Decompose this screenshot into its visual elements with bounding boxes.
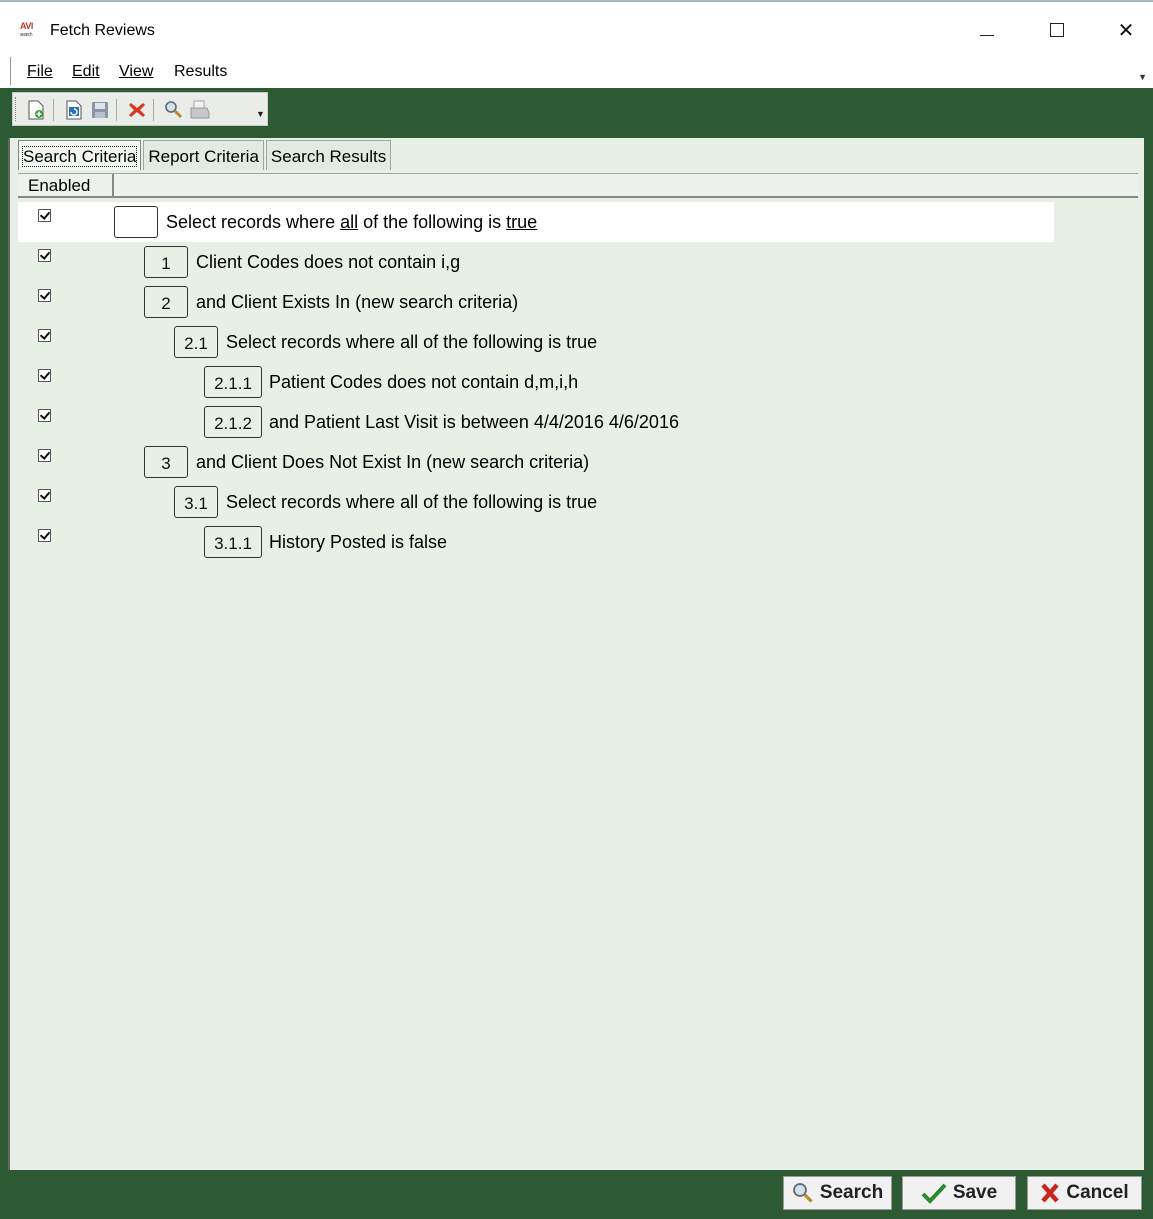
criteria-number[interactable]: 1 (144, 246, 188, 278)
window-title: Fetch Reviews (50, 22, 155, 39)
search-icon[interactable] (163, 99, 185, 121)
maximize-icon (1050, 23, 1064, 37)
enabled-checkbox[interactable] (38, 209, 51, 222)
enabled-checkbox[interactable] (38, 409, 51, 422)
criteria-text[interactable]: and Client Does Not Exist In (new search… (196, 452, 589, 473)
menu-view[interactable]: View (119, 63, 153, 81)
save-icon[interactable] (89, 99, 111, 121)
menu-results[interactable]: Results (174, 63, 227, 81)
criteria-row[interactable]: 3.1 Select records where all of the foll… (18, 482, 1138, 522)
print-icon[interactable] (189, 99, 211, 121)
menu-overflow-icon[interactable]: ▼ (1138, 72, 1147, 82)
criteria-text[interactable]: and Client Exists In (new search criteri… (196, 292, 518, 313)
criteria-number[interactable]: 3.1 (174, 486, 218, 518)
menu-bar: File Edit View Results ▼ (0, 54, 1153, 88)
criteria-number[interactable] (114, 206, 158, 238)
toolbar-separator (116, 99, 117, 121)
tab-search-results[interactable]: Search Results (265, 140, 392, 170)
enabled-checkbox[interactable] (38, 369, 51, 382)
criteria-number[interactable]: 2.1.2 (204, 406, 262, 438)
menu-file[interactable]: File (27, 63, 53, 81)
tab-search-criteria[interactable]: Search Criteria (18, 140, 142, 170)
app-logo: AVI search (20, 21, 33, 39)
criteria-text[interactable]: and Patient Last Visit is between 4/4/20… (269, 412, 679, 433)
criteria-row[interactable]: 2.1.1 Patient Codes does not contain d,m… (18, 362, 1138, 402)
match-true-link[interactable]: true (506, 212, 537, 232)
enabled-checkbox[interactable] (38, 249, 51, 262)
refresh-icon[interactable] (63, 99, 85, 121)
criteria-row[interactable]: 2.1 Select records where all of the foll… (18, 322, 1138, 362)
criteria-text[interactable]: History Posted is false (269, 532, 447, 553)
toolbar-separator (153, 99, 154, 121)
minimize-button[interactable] (964, 10, 1010, 50)
grid-header: Enabled (18, 174, 1138, 198)
enabled-checkbox[interactable] (38, 529, 51, 542)
content-panel: Search Criteria Report Criteria Search R… (8, 138, 1144, 1170)
column-header-enabled[interactable]: Enabled (18, 174, 114, 196)
criteria-row[interactable]: Select records where all of the followin… (18, 202, 1138, 242)
search-icon (792, 1182, 814, 1204)
criteria-row[interactable]: 3 and Client Does Not Exist In (new sear… (18, 442, 1138, 482)
toolbar: ▼ (0, 88, 1153, 130)
criteria-number[interactable]: 3 (144, 446, 188, 478)
cancel-button[interactable]: Cancel (1027, 1176, 1142, 1210)
menu-edit[interactable]: Edit (72, 63, 100, 81)
match-all-link[interactable]: all (340, 212, 358, 232)
maximize-button[interactable] (1034, 10, 1080, 50)
criteria-number[interactable]: 3.1.1 (204, 526, 262, 558)
criteria-row[interactable]: 2 and Client Exists In (new search crite… (18, 282, 1138, 322)
tab-report-criteria[interactable]: Report Criteria (143, 140, 264, 170)
new-icon[interactable] (25, 99, 47, 121)
tab-strip: Search Criteria Report Criteria Search R… (18, 140, 393, 170)
main-frame: Search Criteria Report Criteria Search R… (0, 130, 1153, 1219)
cancel-x-icon (1040, 1182, 1060, 1204)
criteria-text[interactable]: Select records where all of the followin… (226, 332, 597, 353)
title-bar: AVI search Fetch Reviews ✕ (0, 0, 1153, 54)
enabled-checkbox[interactable] (38, 449, 51, 462)
criteria-text[interactable]: Select records where all of the followin… (166, 212, 537, 233)
enabled-checkbox[interactable] (38, 329, 51, 342)
delete-icon[interactable] (126, 99, 148, 121)
save-button[interactable]: Save (902, 1176, 1016, 1210)
close-icon: ✕ (1117, 19, 1135, 42)
checkmark-icon (921, 1182, 947, 1204)
minimize-icon (980, 34, 994, 36)
criteria-row[interactable]: 3.1.1 History Posted is false (18, 522, 1138, 562)
criteria-grid: Enabled Select records where all of the … (18, 173, 1138, 1169)
chevron-down-icon[interactable]: ▼ (256, 109, 265, 119)
close-button[interactable]: ✕ (1103, 10, 1149, 50)
criteria-row[interactable]: 1 Client Codes does not contain i,g (18, 242, 1138, 282)
enabled-checkbox[interactable] (38, 289, 51, 302)
criteria-text[interactable]: Client Codes does not contain i,g (196, 252, 460, 273)
toolbar-strip: ▼ (12, 92, 268, 126)
menu-grip (10, 57, 11, 85)
criteria-text[interactable]: Patient Codes does not contain d,m,i,h (269, 372, 578, 393)
toolbar-grip[interactable] (15, 97, 18, 121)
toolbar-separator (53, 99, 54, 121)
criteria-number[interactable]: 2.1.1 (204, 366, 262, 398)
criteria-row[interactable]: 2.1.2 and Patient Last Visit is between … (18, 402, 1138, 442)
search-button[interactable]: Search (783, 1176, 892, 1210)
enabled-checkbox[interactable] (38, 489, 51, 502)
criteria-text[interactable]: Select records where all of the followin… (226, 492, 597, 513)
criteria-number[interactable]: 2 (144, 286, 188, 318)
criteria-number[interactable]: 2.1 (174, 326, 218, 358)
